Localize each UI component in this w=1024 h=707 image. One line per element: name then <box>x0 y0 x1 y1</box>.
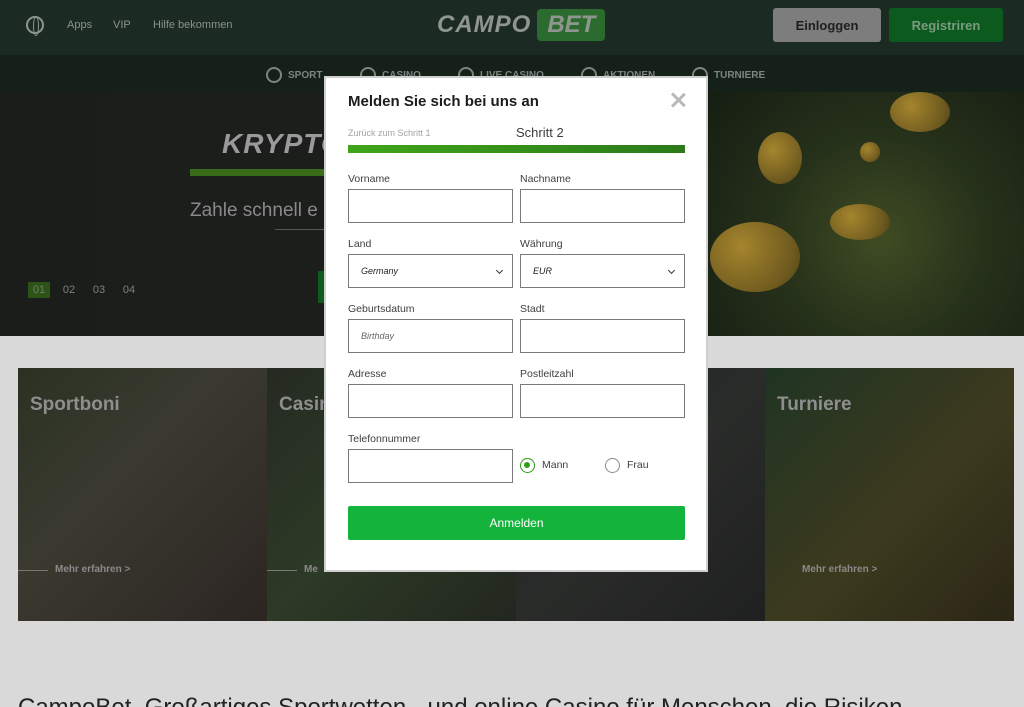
pager-item[interactable]: 04 <box>118 282 140 298</box>
globe-icon[interactable] <box>26 16 44 36</box>
pager-item[interactable]: 01 <box>28 282 50 298</box>
card-more-link[interactable]: Mehr erfahren > <box>55 564 130 575</box>
pager-item[interactable]: 02 <box>58 282 80 298</box>
card-divider <box>267 570 297 571</box>
city-input[interactable] <box>520 319 685 353</box>
country-select-value: Germany <box>361 266 399 276</box>
card-title: Sportboni <box>30 394 120 415</box>
promo-card-turniere[interactable]: Turniere Mehr erfahren > <box>765 368 1014 621</box>
gender-male-radio[interactable] <box>520 458 535 473</box>
currency-label: Währung <box>520 238 563 250</box>
register-submit-button[interactable]: Anmelden <box>348 506 685 540</box>
nav-link-help[interactable]: Hilfe bekommen <box>153 19 232 31</box>
postcode-input[interactable] <box>520 384 685 418</box>
card-divider <box>18 570 48 571</box>
card-more-link[interactable]: Me <box>304 564 318 575</box>
phone-label: Telefonnummer <box>348 433 421 445</box>
birthdate-label: Geburtsdatum <box>348 303 415 315</box>
logo-text-campo: CAMPO <box>437 11 532 38</box>
city-label: Stadt <box>520 303 545 315</box>
gender-male-label[interactable]: Mann <box>542 459 568 471</box>
hero-accent-bar <box>190 169 340 176</box>
currency-select[interactable]: EUR <box>520 254 685 288</box>
card-title: Turniere <box>777 394 852 415</box>
back-to-step-1-link[interactable]: Zurück zum Schritt 1 <box>348 128 431 138</box>
card-title: Casin <box>279 394 331 415</box>
chevron-down-icon <box>495 266 504 275</box>
login-button[interactable]: Einloggen <box>773 8 881 42</box>
logo-text-bet: BET <box>537 9 606 41</box>
nav-item-label: SPORT <box>288 69 323 81</box>
last-name-label: Nachname <box>520 173 571 185</box>
nav-link-apps[interactable]: Apps <box>67 19 92 31</box>
current-step-label: Schritt 2 <box>516 125 564 140</box>
football-icon <box>266 67 282 83</box>
promo-card-sportboni[interactable]: Sportboni Mehr erfahren > <box>18 368 267 621</box>
first-name-input[interactable] <box>348 189 513 223</box>
gender-female-label[interactable]: Frau <box>627 459 649 471</box>
registration-modal: Melden Sie sich bei uns an Zurück zum Sc… <box>324 76 708 572</box>
top-bar: Apps VIP Hilfe bekommen CAMPO BET Einlog… <box>0 0 1024 55</box>
hero-pager: 01 02 03 04 <box>28 282 140 298</box>
step-progress-bar <box>348 145 685 153</box>
hero-image <box>700 92 1024 336</box>
close-icon[interactable] <box>668 90 688 110</box>
birthdate-input[interactable]: Birthday <box>348 319 513 353</box>
address-label: Adresse <box>348 368 387 380</box>
modal-title: Melden Sie sich bei uns an <box>348 93 539 110</box>
chevron-down-icon <box>667 266 676 275</box>
phone-input[interactable] <box>348 449 513 483</box>
nav-item-label: TURNIERE <box>714 69 766 81</box>
currency-select-value: EUR <box>533 266 553 276</box>
card-more-link[interactable]: Mehr erfahren > <box>802 564 877 575</box>
nav-item-sport[interactable]: SPORT <box>266 67 322 83</box>
last-name-input[interactable] <box>520 189 685 223</box>
page-intro-heading: CampoBet. Großartiges Sportwetten - und … <box>18 694 902 707</box>
country-label: Land <box>348 238 372 250</box>
country-select[interactable]: Germany <box>348 254 513 288</box>
nav-link-vip[interactable]: VIP <box>113 19 131 31</box>
postcode-label: Postleitzahl <box>520 368 574 380</box>
register-button[interactable]: Registriren <box>889 8 1003 42</box>
gender-female-radio[interactable] <box>605 458 620 473</box>
address-input[interactable] <box>348 384 513 418</box>
first-name-label: Vorname <box>348 173 391 185</box>
hero-subtitle: Zahle schnell e <box>190 200 318 221</box>
pager-item[interactable]: 03 <box>88 282 110 298</box>
campobet-logo[interactable]: CAMPO BET <box>437 8 606 42</box>
hero-divider <box>275 229 325 230</box>
